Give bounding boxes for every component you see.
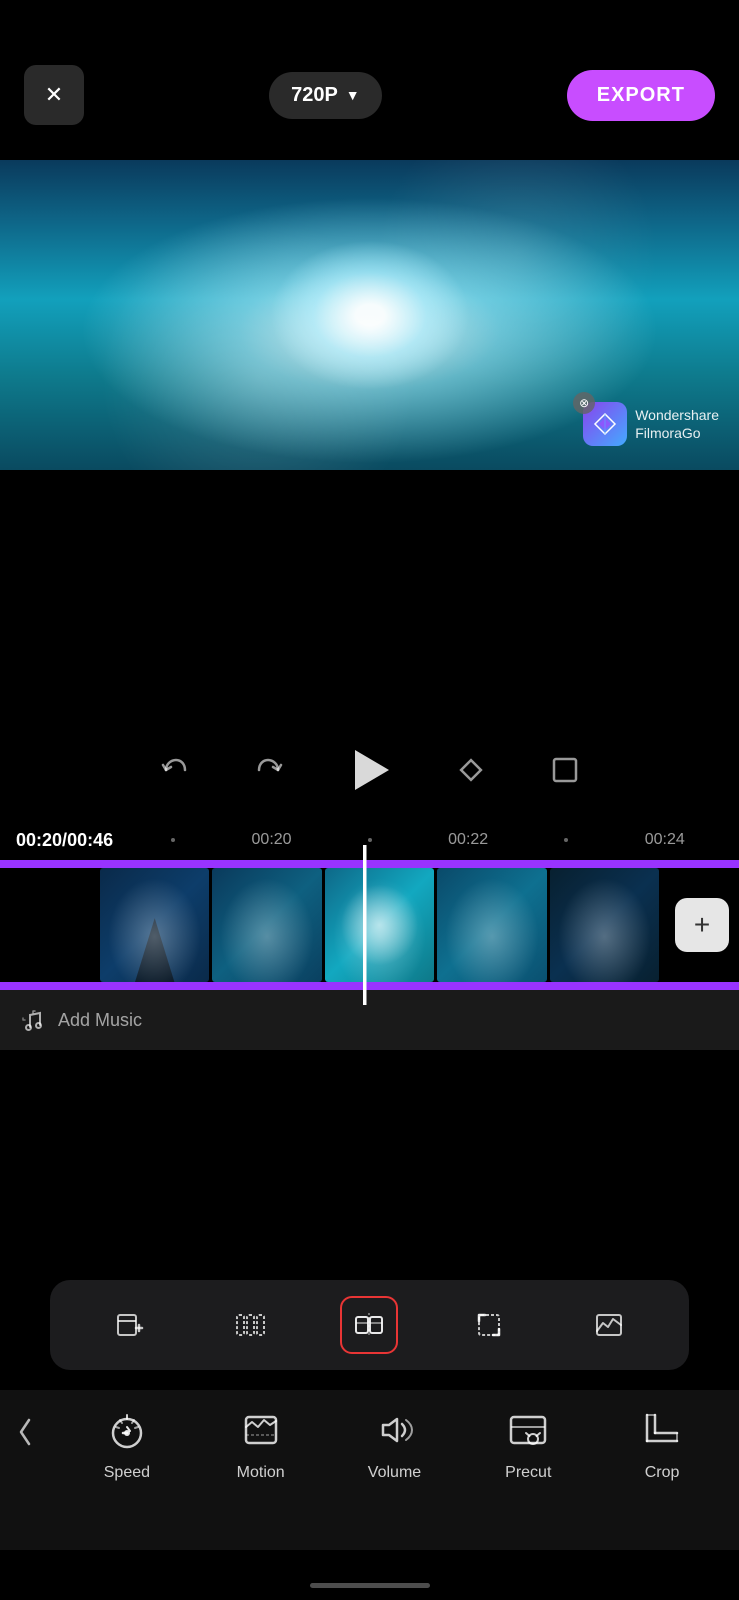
play-button[interactable] xyxy=(346,746,394,794)
export-button[interactable]: EXPORT xyxy=(567,70,715,121)
nav-items: Speed Motion Volume xyxy=(50,1402,739,1482)
crop-label: Crop xyxy=(645,1464,680,1482)
watermark-text-block: Wondershare FilmoraGo xyxy=(635,406,719,442)
playback-controls xyxy=(0,730,739,810)
track-thumbnails xyxy=(100,868,659,982)
add-clip-button[interactable]: + xyxy=(675,898,729,952)
crop-icon xyxy=(634,1402,690,1458)
thumbnail-1 xyxy=(100,868,209,982)
time-dot xyxy=(171,838,175,842)
timeline-track[interactable]: + xyxy=(0,860,739,990)
nav-item-speed[interactable]: Speed xyxy=(87,1402,167,1482)
nav-item-crop[interactable]: Crop xyxy=(622,1402,702,1482)
precut-icon xyxy=(500,1402,556,1458)
mini-add-clip-button[interactable] xyxy=(101,1296,159,1354)
time-mark-20: 00:20 xyxy=(252,831,292,849)
timeline-ruler: 00:20/00:46 00:20 00:22 00:24 xyxy=(0,820,739,860)
main-bottom-nav: Speed Motion Volume xyxy=(0,1390,739,1550)
volume-label: Volume xyxy=(368,1464,421,1482)
current-time: 00:20/00:46 xyxy=(16,830,113,851)
keyframe-button[interactable] xyxy=(454,753,488,787)
speed-label: Speed xyxy=(104,1464,150,1482)
empty-area xyxy=(0,1050,739,1280)
motion-icon xyxy=(233,1402,289,1458)
thumbnail-5 xyxy=(550,868,659,982)
mini-replace-button[interactable] xyxy=(580,1296,638,1354)
scroll-indicator xyxy=(310,1583,430,1588)
play-icon xyxy=(355,750,389,790)
top-bar: ✕ 720P ▼ EXPORT xyxy=(0,0,739,160)
time-mark-22: 00:22 xyxy=(448,831,488,849)
add-music-bar[interactable]: Add Music xyxy=(0,990,739,1050)
mini-split-button[interactable] xyxy=(340,1296,398,1354)
track-top-bar xyxy=(0,860,739,868)
undo-button[interactable] xyxy=(158,753,192,787)
thumbnail-2 xyxy=(212,868,321,982)
thumbnail-3 xyxy=(325,868,434,982)
close-button[interactable]: ✕ xyxy=(24,65,84,125)
redo-button[interactable] xyxy=(252,753,286,787)
quality-selector[interactable]: 720P ▼ xyxy=(269,72,382,119)
video-frame: ⊗ Wondershare FilmoraGo xyxy=(0,160,739,470)
mini-crop-corner-button[interactable] xyxy=(460,1296,518,1354)
volume-icon xyxy=(366,1402,422,1458)
nav-item-precut[interactable]: Precut xyxy=(488,1402,568,1482)
time-mark-24: 00:24 xyxy=(645,831,685,849)
motion-label: Motion xyxy=(237,1464,285,1482)
mini-toolbar xyxy=(50,1280,689,1370)
nav-item-volume[interactable]: Volume xyxy=(354,1402,434,1482)
playhead xyxy=(363,845,366,1005)
fullscreen-button[interactable] xyxy=(548,753,582,787)
nav-item-motion[interactable]: Motion xyxy=(221,1402,301,1482)
add-music-label: Add Music xyxy=(58,1010,142,1031)
mini-trim-button[interactable] xyxy=(221,1296,279,1354)
time-marks: 00:20 00:22 00:24 xyxy=(133,831,723,849)
nav-back-button[interactable] xyxy=(0,1402,50,1462)
middle-area xyxy=(0,470,739,750)
speed-icon xyxy=(99,1402,155,1458)
add-music-icon xyxy=(20,1007,46,1033)
track-bottom-bar xyxy=(0,982,739,990)
watermark: ⊗ Wondershare FilmoraGo xyxy=(583,402,719,446)
time-dot xyxy=(368,838,372,842)
thumbnail-4 xyxy=(437,868,546,982)
video-preview: ⊗ Wondershare FilmoraGo xyxy=(0,160,739,470)
time-dot xyxy=(564,838,568,842)
precut-label: Precut xyxy=(505,1464,551,1482)
